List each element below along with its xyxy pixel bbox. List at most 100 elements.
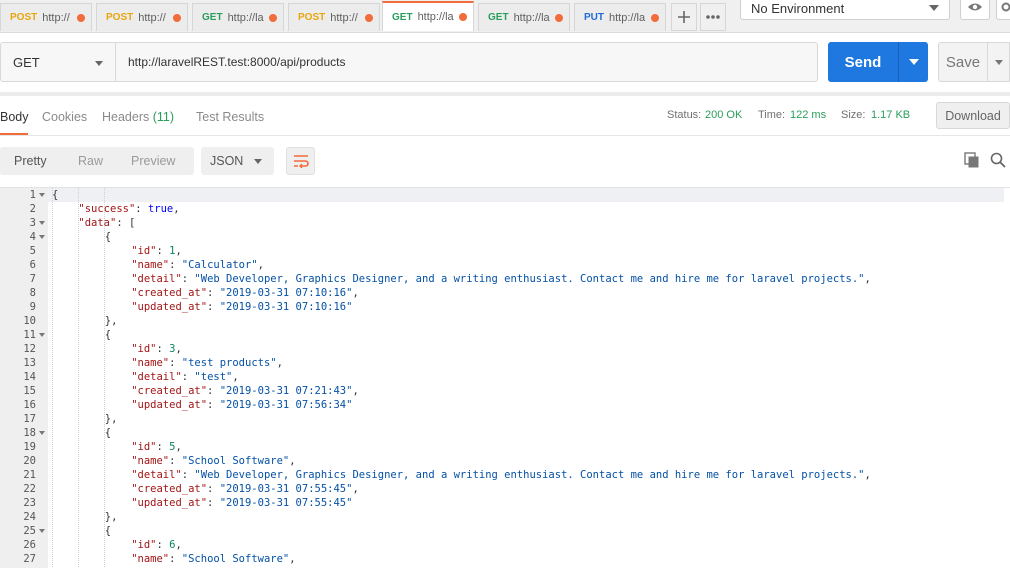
view-mode-raw[interactable]: Raw: [78, 154, 103, 168]
response-body-editor[interactable]: 1{2 "success": true, 3 "data": [4{5 "id": 1,…: [0, 187, 1010, 568]
environment-settings-button[interactable]: [996, 0, 1010, 20]
method-select[interactable]: GET: [0, 42, 116, 82]
download-button[interactable]: Download: [936, 102, 1010, 129]
tab-options-button[interactable]: [700, 3, 726, 31]
line-number: 24: [23, 511, 36, 523]
request-tab[interactable]: GET http://la: [192, 3, 284, 31]
request-tab[interactable]: POST http://: [96, 3, 188, 31]
environment-select[interactable]: No Environment: [740, 0, 950, 20]
code-text: {: [52, 188, 58, 202]
code-text: "updated_at": "2019-03-31 07:10:16": [131, 300, 352, 314]
code-token: },: [104, 511, 118, 523]
request-tab-active[interactable]: GET http://la: [382, 1, 474, 31]
search-icon[interactable]: [990, 152, 1006, 168]
code-token: "2019-03-31 07:10:16": [219, 301, 353, 313]
view-mode-preview[interactable]: Preview: [131, 154, 175, 168]
code-token: {: [52, 189, 59, 201]
code-token: "2019-03-31 07:21:43": [219, 385, 353, 397]
fold-arrow-icon[interactable]: [39, 431, 45, 435]
code-token: "2019-03-31 07:10:16": [219, 287, 353, 299]
tab-method: GET: [488, 12, 509, 23]
line-number: 22: [23, 483, 36, 495]
save-options-button[interactable]: [988, 42, 1010, 82]
code-token: :: [207, 497, 220, 509]
code-line: 11 {: [0, 328, 1010, 342]
code-token: "name": [131, 553, 170, 565]
tab-body[interactable]: Body: [0, 110, 29, 124]
status-value[interactable]: 200 OK: [705, 109, 742, 121]
fold-arrow-icon[interactable]: [39, 333, 45, 337]
new-tab-button[interactable]: [671, 3, 697, 31]
code-token: :: [181, 273, 195, 285]
fold-arrow-icon[interactable]: [39, 529, 45, 533]
code-line: 12 "id": 3,: [0, 342, 1010, 356]
code-token: :: [169, 553, 182, 565]
status-label: Status:: [667, 109, 702, 121]
tab-url: http://la: [609, 11, 646, 24]
code-token: "id": [131, 343, 157, 355]
code-token: "name": [131, 259, 170, 271]
plus-icon: [678, 11, 690, 23]
tab-test-results[interactable]: Test Results: [196, 110, 264, 124]
fold-arrow-icon[interactable]: [39, 221, 45, 225]
code-token: "2019-03-31 07:55:45": [219, 483, 353, 495]
code-text: "updated_at": "2019-03-31 07:56:34": [131, 398, 352, 412]
wrap-icon: [293, 155, 309, 168]
wrap-lines-button[interactable]: [286, 147, 315, 175]
code-line: 23 "updated_at": "2019-03-31 07:55:45": [0, 496, 1010, 510]
environment-quick-look-button[interactable]: [960, 0, 990, 20]
unsaved-dot-icon: [555, 14, 563, 22]
code-token: "School Software": [181, 553, 290, 565]
line-number: 14: [23, 371, 36, 383]
send-options-button[interactable]: [898, 42, 928, 82]
request-tab[interactable]: POST http://: [0, 3, 92, 31]
line-number: 21: [23, 469, 36, 481]
pane-divider[interactable]: [0, 92, 1010, 96]
request-tab[interactable]: GET http://la: [478, 3, 570, 31]
send-button[interactable]: Send: [828, 42, 898, 82]
tab-url: http://: [42, 11, 70, 24]
fold-arrow-icon[interactable]: [39, 235, 45, 239]
request-tab[interactable]: PUT http://la: [574, 3, 666, 31]
language-select[interactable]: JSON: [201, 147, 274, 175]
copy-icon[interactable]: [964, 152, 980, 168]
code-text: "updated_at": "2019-03-31 07:55:45": [131, 496, 352, 510]
code-token: ,: [352, 385, 359, 397]
request-tab[interactable]: POST http://: [288, 3, 380, 31]
code-token: "updated_at": [131, 399, 208, 411]
code-token: },: [104, 413, 118, 425]
divider: [0, 135, 1010, 136]
method-value: GET: [13, 55, 40, 70]
code-text: {: [105, 230, 111, 244]
code-text: "detail": "Web Developer, Graphics Desig…: [131, 468, 871, 482]
tab-headers[interactable]: Headers (11): [102, 110, 174, 124]
eye-icon: [968, 3, 982, 11]
fold-arrow-icon[interactable]: [39, 193, 45, 197]
code-token: "name": [131, 357, 170, 369]
code-text: "name": "test products",: [131, 356, 283, 370]
code-token: ,: [289, 455, 296, 467]
size-value[interactable]: 1.17 KB: [871, 109, 910, 121]
code-token: "Web Developer, Graphics Designer, and a…: [194, 469, 865, 481]
save-button[interactable]: Save: [938, 42, 988, 82]
tab-method: POST: [106, 12, 134, 23]
code-token: "updated_at": [131, 301, 208, 313]
code-token: :: [169, 455, 182, 467]
line-number: 26: [23, 539, 36, 551]
time-value[interactable]: 122 ms: [790, 109, 826, 121]
tab-cookies[interactable]: Cookies: [42, 110, 87, 124]
code-text: "detail": "Web Developer, Graphics Desig…: [131, 272, 871, 286]
code-line: 22 "created_at": "2019-03-31 07:55:45",: [0, 482, 1010, 496]
code-token: ,: [352, 483, 359, 495]
code-token: :: [207, 287, 220, 299]
code-line: 4{: [0, 230, 1010, 244]
line-number: 27: [23, 553, 36, 565]
view-mode-pretty[interactable]: Pretty: [14, 154, 47, 168]
code-line: 1{: [0, 188, 1010, 202]
line-number: 19: [23, 441, 36, 453]
line-number: 23: [23, 497, 36, 509]
code-text: "created_at": "2019-03-31 07:55:45",: [131, 482, 359, 496]
code-token: "created_at": [131, 483, 208, 495]
code-line: 20 "name": "School Software",: [0, 454, 1010, 468]
url-input[interactable]: [116, 42, 818, 82]
